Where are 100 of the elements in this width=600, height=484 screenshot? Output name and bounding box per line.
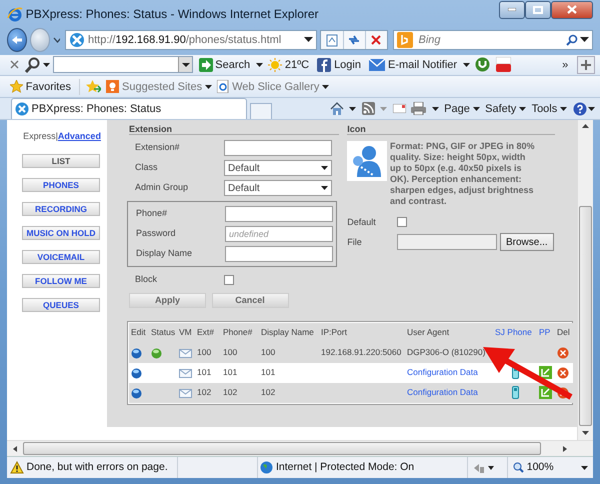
edit-icon[interactable]	[131, 368, 142, 379]
column-header: Phone#	[221, 322, 259, 343]
caret-icon[interactable]	[43, 62, 50, 67]
nav-button[interactable]: PHONES	[22, 178, 100, 192]
page-menu[interactable]: Page	[444, 100, 480, 118]
table-cell: 192.168.91.220:5060	[321, 347, 402, 358]
close-icon[interactable]	[10, 60, 19, 70]
browser-tab[interactable]: PBXpress: Phones: Status	[11, 98, 247, 120]
minimize-button[interactable]	[499, 0, 525, 19]
nav-button[interactable]: LIST	[22, 154, 100, 168]
search-button[interactable]: Search	[198, 56, 250, 74]
suggested-sites-link[interactable]: Suggested Sites	[106, 78, 212, 96]
caret-icon[interactable]	[462, 62, 470, 67]
delete-icon[interactable]	[557, 367, 569, 380]
configuration-link[interactable]: Configuration Data	[407, 387, 478, 398]
feed-icon[interactable]	[362, 102, 375, 116]
form-button[interactable]: Cancel	[212, 292, 288, 308]
search-icon[interactable]	[24, 56, 40, 73]
mail-icon[interactable]	[179, 348, 192, 358]
web-slice-gallery-link[interactable]: Web Slice Gallery	[217, 78, 330, 96]
weather-widget[interactable]: 21ºC	[268, 56, 310, 74]
caret-icon[interactable]	[432, 106, 439, 111]
field-label: Default	[347, 216, 377, 229]
safety-menu[interactable]: Safety	[485, 100, 526, 118]
browse-button[interactable]: Browse...	[500, 233, 554, 252]
add-button[interactable]	[576, 56, 594, 74]
column-header: Status	[149, 322, 177, 343]
login-button[interactable]: Login	[317, 56, 361, 74]
address-field[interactable]: http://192.168.91.90/phones/status.html	[65, 30, 317, 50]
email-notifier-button[interactable]: E-mail Notifier	[369, 56, 458, 74]
mail-icon[interactable]	[392, 104, 406, 114]
column-link[interactable]: PP	[537, 322, 555, 343]
caret-icon[interactable]	[256, 62, 263, 67]
toolbar-search-field[interactable]	[53, 56, 193, 74]
select-field[interactable]: Default	[224, 180, 332, 196]
arrow-icon	[198, 58, 212, 72]
format-description: Format: PNG, GIF or JPEG in 80% quality. Size: height 50px, width up to 50px (e.g. 40x50 pixels is OK). Perception enhancement: sharpen edges, adjust brightness and contrast.	[390, 140, 535, 207]
favorites-button[interactable]: Favorites	[10, 78, 71, 96]
tools-menu[interactable]: Tools	[532, 100, 567, 118]
home-icon[interactable]	[330, 102, 344, 116]
mode-link[interactable]: Express	[23, 131, 56, 142]
section-heading: Extension	[129, 124, 339, 136]
nav-button[interactable]: FOLLOW ME	[22, 274, 100, 288]
window-title: PBXpress: Phones: Status - Windows Internet Explorer	[26, 6, 319, 23]
refresh-icon	[347, 32, 361, 47]
input-field[interactable]	[225, 246, 333, 262]
phone-icon[interactable]	[512, 386, 518, 400]
configuration-link[interactable]: Configuration Data	[407, 367, 478, 378]
torrent-icon[interactable]	[475, 57, 490, 72]
security-zone[interactable]: Internet | Protected Mode: On	[256, 457, 466, 478]
caret-icon	[204, 84, 212, 89]
input-field[interactable]	[225, 206, 333, 222]
help-icon[interactable]	[572, 102, 594, 116]
column-link[interactable]: SJ Phone	[493, 322, 537, 343]
facebook-icon	[317, 58, 332, 72]
column-header: User Agent	[405, 322, 493, 343]
delete-icon[interactable]	[557, 347, 569, 360]
field-label: Extension#	[134, 141, 181, 154]
select-field[interactable]: Default	[224, 160, 332, 176]
warning-icon[interactable]	[10, 461, 24, 474]
back-button[interactable]	[7, 28, 28, 52]
pp-icon[interactable]	[539, 386, 552, 400]
envelope-icon	[369, 58, 386, 71]
table-cell: 100	[223, 347, 238, 358]
vertical-scrollbar[interactable]	[577, 120, 593, 440]
page-icon	[324, 32, 338, 47]
dropdown-icon[interactable]	[178, 57, 192, 72]
zoom-icon	[513, 462, 524, 474]
checkbox[interactable]	[224, 275, 234, 286]
table-cell: 101	[261, 367, 276, 378]
print-icon[interactable]	[411, 102, 426, 116]
column-header: VM	[177, 322, 195, 343]
mail-icon[interactable]	[179, 368, 192, 378]
edit-icon[interactable]	[131, 348, 142, 359]
horizontal-scrollbar[interactable]	[7, 440, 593, 456]
mail-icon[interactable]	[179, 388, 192, 398]
nav-button[interactable]: RECORDING	[22, 202, 100, 216]
mode-link[interactable]: Advanced	[58, 131, 101, 142]
video-icon[interactable]	[496, 57, 511, 72]
input-field[interactable]: undefined	[225, 226, 333, 242]
maximize-button[interactable]	[525, 0, 551, 19]
caret-icon[interactable]	[304, 37, 313, 42]
close-button[interactable]	[551, 0, 593, 19]
zoom-control[interactable]: 100%	[506, 457, 593, 478]
search-icon[interactable]	[566, 34, 578, 46]
file-field[interactable]	[397, 234, 498, 250]
input-field[interactable]	[224, 140, 332, 156]
edit-icon[interactable]	[131, 388, 142, 399]
status-message: Done, but with errors on page.	[26, 460, 169, 475]
nav-button[interactable]: VOICEMAIL	[22, 250, 100, 264]
pp-icon[interactable]	[539, 366, 552, 380]
more-button[interactable]: »	[562, 56, 568, 74]
nav-button[interactable]: QUEUES	[22, 298, 100, 312]
form-button[interactable]: Apply	[129, 292, 206, 308]
search-box[interactable]: Bing	[393, 30, 593, 50]
caret-icon[interactable]	[349, 106, 356, 111]
add-favorite-icon[interactable]	[86, 80, 101, 94]
checkbox[interactable]	[397, 217, 408, 228]
caret-icon[interactable]	[580, 37, 590, 42]
nav-button[interactable]: MUSIC ON HOLD	[22, 226, 100, 240]
